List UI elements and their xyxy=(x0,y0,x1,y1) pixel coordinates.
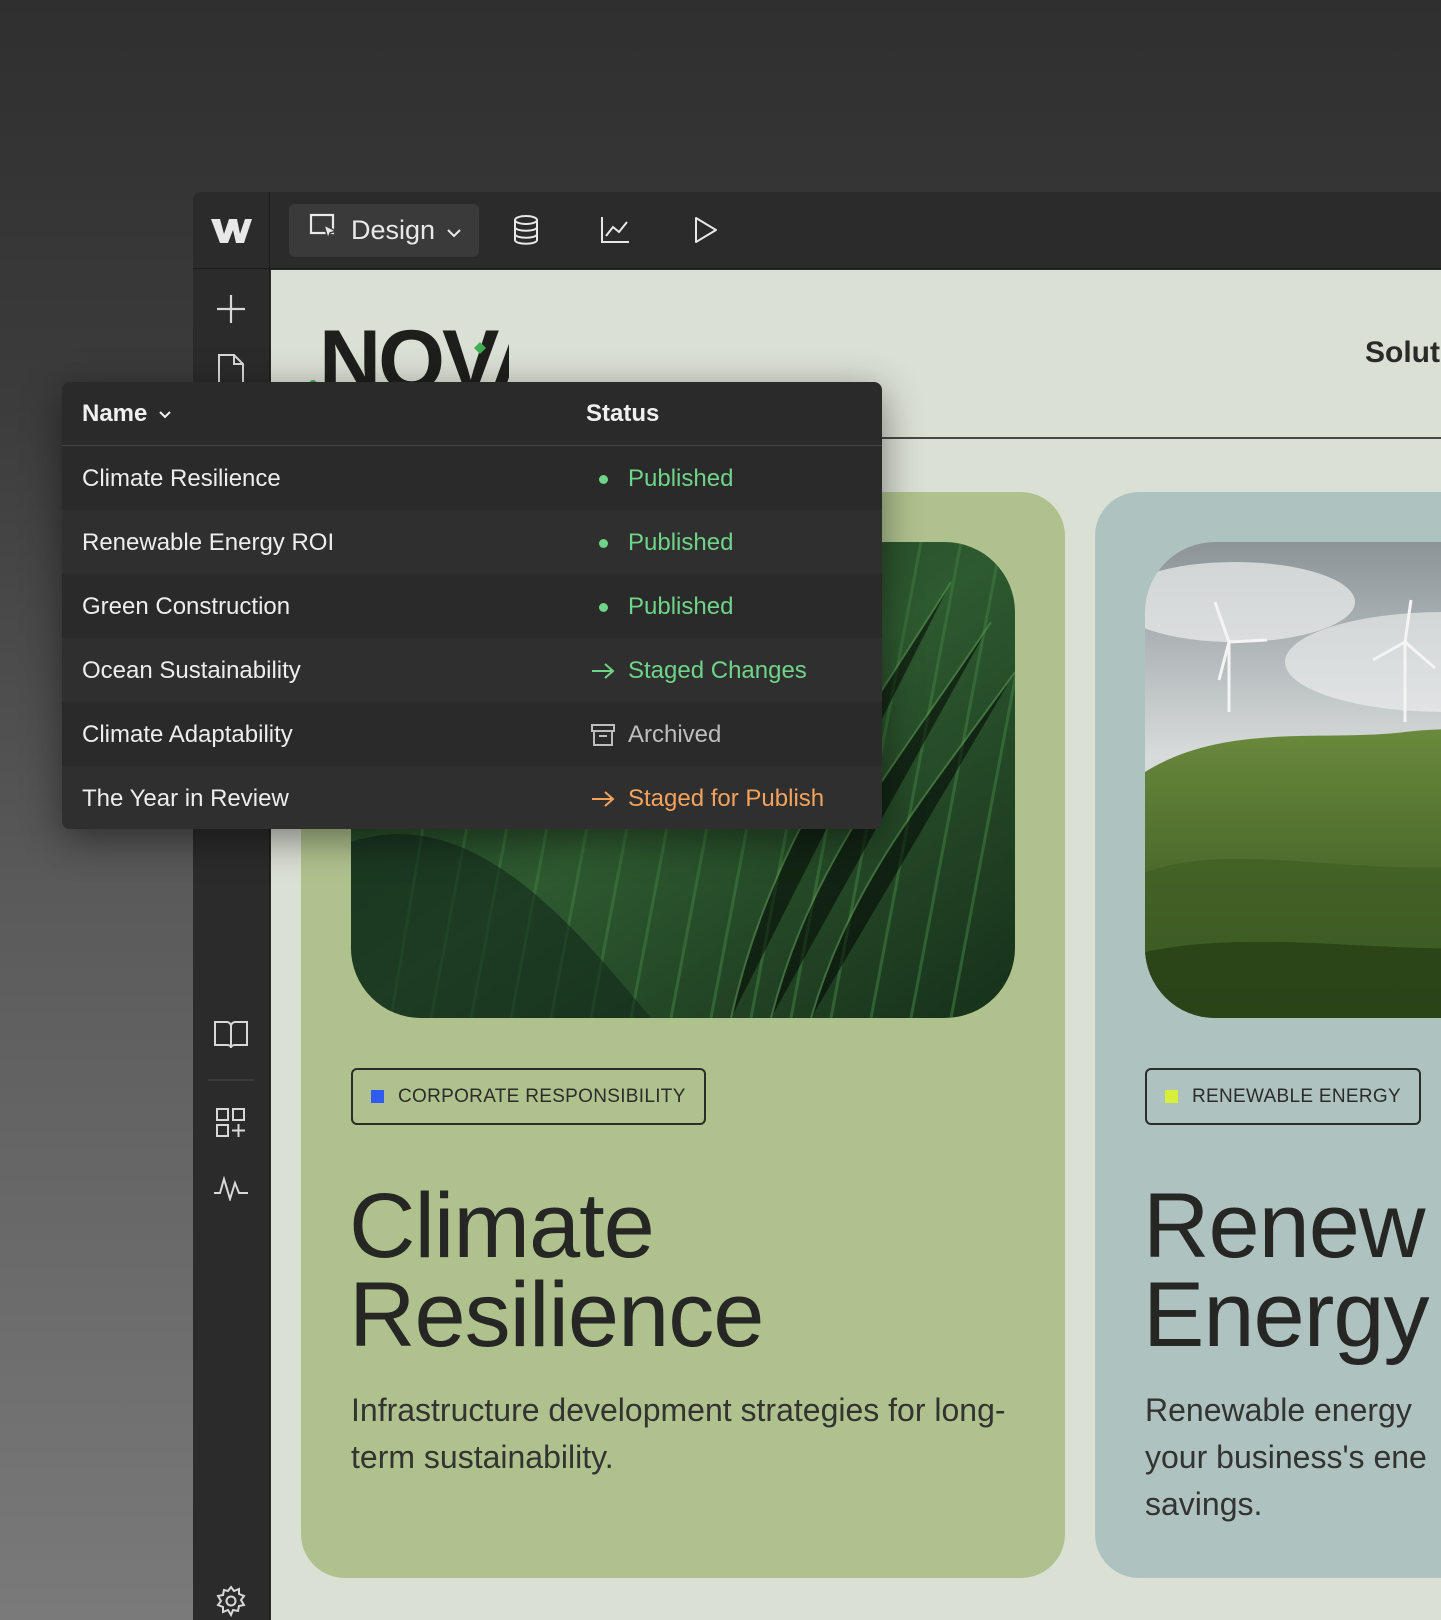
item-name: Climate Adaptability xyxy=(82,721,293,748)
name-column-header[interactable]: Name xyxy=(82,400,173,428)
settings-icon[interactable] xyxy=(211,1581,251,1620)
apps-icon[interactable] xyxy=(211,1103,251,1143)
published-dot-icon xyxy=(590,466,616,492)
card-description-line: savings. xyxy=(1145,1486,1263,1522)
card-title-line: Renew xyxy=(1143,1175,1425,1277)
play-preview-icon[interactable] xyxy=(687,212,723,248)
item-status: Published xyxy=(590,465,733,493)
published-dot-icon xyxy=(590,594,616,620)
table-row[interactable]: The Year in Review Staged for Publish xyxy=(62,766,882,829)
database-icon[interactable] xyxy=(508,212,544,248)
item-status: Staged Changes xyxy=(590,657,807,685)
item-name: Renewable Energy ROI xyxy=(82,529,335,556)
book-icon[interactable] xyxy=(211,1014,251,1054)
status-label: Published xyxy=(628,465,734,492)
status-label: Archived xyxy=(628,721,722,748)
table-row[interactable]: Climate Adaptability Archived xyxy=(62,702,882,766)
wind-turbine-image xyxy=(1145,542,1441,1018)
table-row[interactable]: Renewable Energy ROI Published xyxy=(62,510,882,574)
table-row[interactable]: Green Construction Published xyxy=(62,574,882,638)
card-title-line: Energy xyxy=(1143,1264,1429,1366)
item-status: Published xyxy=(590,593,733,621)
card-description-line: your business's ene xyxy=(1145,1439,1427,1475)
card-title: Climate Resilience xyxy=(349,1175,764,1366)
nav-link-solutions[interactable]: Soluti xyxy=(1365,336,1441,370)
card-title-line: Resilience xyxy=(349,1264,764,1366)
table-body: Climate Resilience Published Renewable E… xyxy=(62,446,882,829)
webflow-logo-icon[interactable] xyxy=(193,192,270,269)
item-name: Green Construction xyxy=(82,593,291,620)
card-title-line: Climate xyxy=(349,1175,655,1277)
table-row[interactable]: Ocean Sustainability Staged Changes xyxy=(62,638,882,702)
cursor-select-icon xyxy=(309,212,339,249)
item-status: Staged for Publish xyxy=(590,785,824,813)
item-name: The Year in Review xyxy=(82,785,289,812)
table-header: Name Status xyxy=(62,382,882,446)
status-column-header[interactable]: Status xyxy=(586,400,659,428)
arrow-right-icon xyxy=(590,658,616,684)
status-label: Published xyxy=(628,593,734,620)
arrow-right-icon xyxy=(590,786,616,812)
chevron-down-icon xyxy=(445,215,463,246)
tag-label: RENEWABLE ENERGY xyxy=(1192,1085,1401,1107)
category-tag[interactable]: CORPORATE RESPONSIBILITY xyxy=(351,1068,706,1125)
tag-color-square xyxy=(1165,1090,1178,1103)
item-status: Published xyxy=(590,529,733,557)
top-toolbar: Design xyxy=(193,192,1441,269)
card-description: Renewable energy your business's ene sav… xyxy=(1145,1387,1441,1528)
article-card[interactable]: RENEWABLE ENERGY Renew Energy Renewable … xyxy=(1095,492,1441,1578)
sidebar-divider xyxy=(208,1079,254,1081)
tag-color-square xyxy=(371,1090,384,1103)
add-icon[interactable] xyxy=(211,289,251,329)
card-description: Infrastructure development strategies fo… xyxy=(351,1392,1006,1475)
item-name: Climate Resilience xyxy=(82,465,281,492)
chevron-down-icon xyxy=(157,400,173,428)
item-name: Ocean Sustainability xyxy=(82,657,301,684)
published-dot-icon xyxy=(590,530,616,556)
category-tag[interactable]: RENEWABLE ENERGY xyxy=(1145,1068,1421,1125)
status-label: Published xyxy=(628,529,734,556)
activity-icon[interactable] xyxy=(211,1167,251,1207)
table-row[interactable]: Climate Resilience Published xyxy=(62,446,882,510)
mode-label: Design xyxy=(351,215,436,245)
card-description-line: Renewable energy xyxy=(1145,1392,1412,1428)
tag-label: CORPORATE RESPONSIBILITY xyxy=(398,1085,686,1107)
status-label: Staged Changes xyxy=(628,657,807,684)
analytics-chart-icon[interactable] xyxy=(597,212,633,248)
card-title: Renew Energy xyxy=(1143,1175,1429,1366)
name-column-label: Name xyxy=(82,400,148,427)
cms-items-popover: Name Status Climate Resilience Published… xyxy=(62,382,882,829)
status-label: Staged for Publish xyxy=(628,785,825,812)
item-status: Archived xyxy=(590,721,721,749)
archive-icon xyxy=(590,722,616,748)
design-mode-button[interactable]: Design xyxy=(289,204,479,257)
